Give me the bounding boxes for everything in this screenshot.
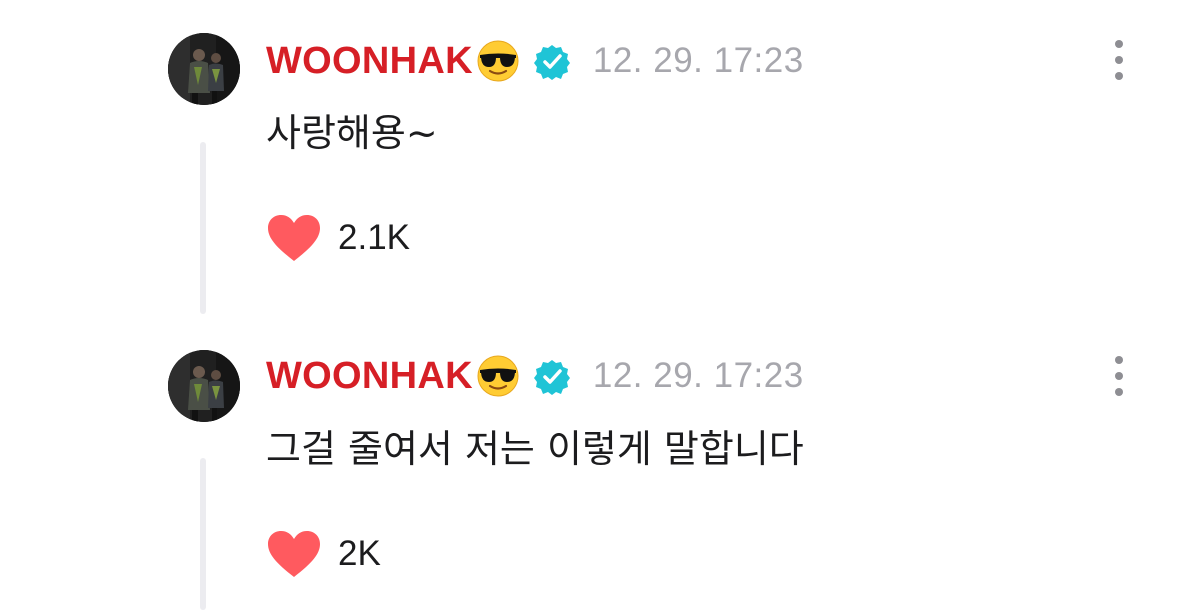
more-options-button[interactable] (1105, 38, 1133, 82)
more-vertical-icon (1115, 40, 1123, 48)
more-vertical-icon-dot (1115, 72, 1123, 80)
heart-icon (268, 215, 320, 261)
verified-badge-icon (533, 45, 570, 80)
timestamp: 12. 29. 17:23 (592, 41, 804, 80)
more-vertical-icon-dot (1115, 388, 1123, 396)
avatar[interactable] (168, 350, 240, 422)
heart-icon (268, 531, 320, 577)
like-count: 2.1K (338, 218, 410, 257)
thread-line (200, 458, 206, 610)
comment-header: WOONHAK 12. 29. 17:23 (266, 348, 804, 404)
verified-badge-icon (533, 360, 570, 395)
more-vertical-icon (1115, 356, 1123, 364)
thread-line (200, 142, 206, 314)
like-button[interactable]: 2.1K (266, 212, 410, 264)
more-vertical-icon-dot (1115, 372, 1123, 380)
comment-text: 그걸 줄여서 저는 이렇게 말합니다 (266, 427, 804, 471)
timestamp: 12. 29. 17:23 (592, 356, 804, 395)
more-options-button[interactable] (1105, 354, 1133, 398)
comment-text: 사랑해용~ (266, 111, 438, 155)
username[interactable]: WOONHAK (266, 40, 473, 83)
like-button[interactable]: 2K (266, 528, 381, 580)
like-count: 2K (338, 534, 381, 573)
sunglasses-emoji-icon (477, 355, 519, 397)
avatar-image (168, 33, 240, 105)
username[interactable]: WOONHAK (266, 355, 473, 398)
more-vertical-icon-dot (1115, 56, 1123, 64)
avatar[interactable] (168, 33, 240, 105)
sunglasses-emoji-icon (477, 40, 519, 82)
avatar-image (168, 350, 240, 422)
comment-header: WOONHAK 12. 29. 17:23 (266, 33, 804, 89)
